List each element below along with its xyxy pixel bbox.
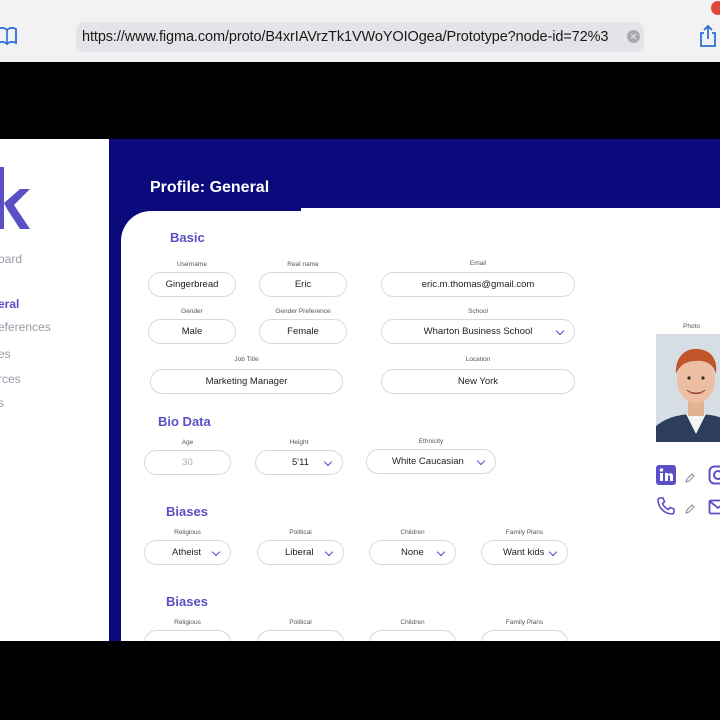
chevron-down-icon [436, 547, 446, 557]
political-value: Liberal [285, 547, 314, 558]
chevron-down-icon [476, 456, 486, 466]
page-title: Profile: General [150, 179, 270, 196]
school-dropdown[interactable]: Wharton Business School [381, 319, 575, 344]
section-basic-heading: Basic [170, 230, 205, 245]
portrait-image [656, 334, 720, 442]
height-value: 5'11 [292, 457, 309, 468]
section-bio-data-heading: Bio Data [158, 414, 211, 429]
school-value: Wharton Business School [423, 326, 533, 337]
clear-url-icon[interactable] [627, 30, 640, 43]
instagram-icon[interactable] [708, 465, 720, 485]
height-label: Height [289, 439, 309, 446]
bookmarks-icon[interactable] [0, 26, 18, 46]
phone-icon[interactable] [656, 496, 676, 516]
height-dropdown[interactable]: 5'11 [255, 450, 343, 475]
sidebar-item-resources[interactable]: rces [0, 372, 21, 386]
family-plans-2-dropdown[interactable] [481, 630, 568, 641]
chevron-down-icon [548, 547, 558, 557]
chevron-down-icon [324, 547, 334, 557]
section-biases-heading: Biases [166, 504, 208, 519]
chevron-down-icon [211, 547, 221, 557]
profile-card: Basic Username Gingerbread Real name Eri… [121, 208, 720, 641]
email-icon[interactable] [708, 497, 720, 517]
family-plans-label: Family Plans [505, 529, 544, 536]
children-2-label: Children [400, 619, 425, 626]
edit-linkedin-icon[interactable] [685, 473, 695, 483]
political-2-label: Political [289, 619, 312, 626]
children-value: None [401, 547, 424, 558]
gender-preference-label: Gender Preference [275, 308, 331, 315]
username-field[interactable]: Gingerbread [148, 272, 236, 297]
browser-toolbar: https://www.figma.com/proto/B4xrIAVrzTk1… [0, 0, 720, 62]
religious-label: Religious [174, 529, 201, 536]
chevron-down-icon [555, 326, 565, 336]
sidebar-item-5[interactable]: s [0, 396, 4, 410]
gender-field[interactable]: Male [148, 319, 236, 344]
religious-dropdown[interactable]: Atheist [144, 540, 231, 565]
political-label: Political [289, 529, 312, 536]
username-label: Username [177, 261, 207, 268]
age-field[interactable]: 30 [144, 450, 231, 475]
profile-photo[interactable] [656, 334, 720, 442]
political-dropdown[interactable]: Liberal [257, 540, 344, 565]
linkedin-icon[interactable] [656, 465, 676, 485]
job-title-label: Job Title [234, 356, 259, 363]
children-label: Children [400, 529, 425, 536]
ethnicity-dropdown[interactable]: White Caucasian [366, 449, 496, 474]
email-field[interactable]: eric.m.thomas@gmail.com [381, 272, 575, 297]
location-label: Location [465, 356, 491, 363]
religious-2-dropdown[interactable] [144, 630, 231, 641]
family-plans-dropdown[interactable]: Want kids [481, 540, 568, 565]
religious-2-label: Religious [174, 619, 201, 626]
school-label: School [468, 308, 488, 315]
section-biases-2-heading: Biases [166, 594, 208, 609]
share-icon[interactable] [697, 24, 719, 48]
ethnicity-label: Ethnicity [418, 438, 444, 445]
close-window-icon[interactable] [711, 1, 720, 15]
religious-value: Atheist [172, 547, 202, 558]
url-text: https://www.figma.com/proto/B4xrIAVrzTk1… [82, 29, 609, 45]
chevron-down-icon [323, 457, 333, 467]
sidebar-item-3[interactable]: es [0, 347, 11, 361]
children-2-dropdown[interactable] [369, 630, 456, 641]
sidebar-item-preferences[interactable]: eferences [0, 320, 51, 334]
location-field[interactable]: New York [381, 369, 575, 394]
main-panel: Profile: General Basic Username Gingerbr… [109, 139, 720, 641]
real-name-label: Real name [287, 261, 319, 268]
email-label: Email [469, 260, 487, 267]
real-name-field[interactable]: Eric [259, 272, 347, 297]
age-label: Age [181, 439, 194, 446]
sidebar: oard eral eferences es rces s [0, 139, 109, 641]
edit-phone-icon[interactable] [685, 504, 695, 514]
sidebar-item-general[interactable]: eral [0, 297, 19, 311]
photo-label: Photo [683, 323, 700, 330]
sidebar-item-dashboard[interactable]: oard [0, 252, 22, 266]
family-plans-value: Want kids [503, 547, 545, 558]
children-dropdown[interactable]: None [369, 540, 456, 565]
job-title-field[interactable]: Marketing Manager [150, 369, 343, 394]
gender-preference-field[interactable]: Female [259, 319, 347, 344]
family-plans-2-label: Family Plans [505, 619, 544, 626]
app-logo [0, 167, 30, 229]
political-2-dropdown[interactable] [257, 630, 344, 641]
gender-label: Gender [181, 308, 203, 315]
ethnicity-value: White Caucasian [392, 456, 464, 467]
address-bar[interactable]: https://www.figma.com/proto/B4xrIAVrzTk1… [76, 22, 644, 52]
